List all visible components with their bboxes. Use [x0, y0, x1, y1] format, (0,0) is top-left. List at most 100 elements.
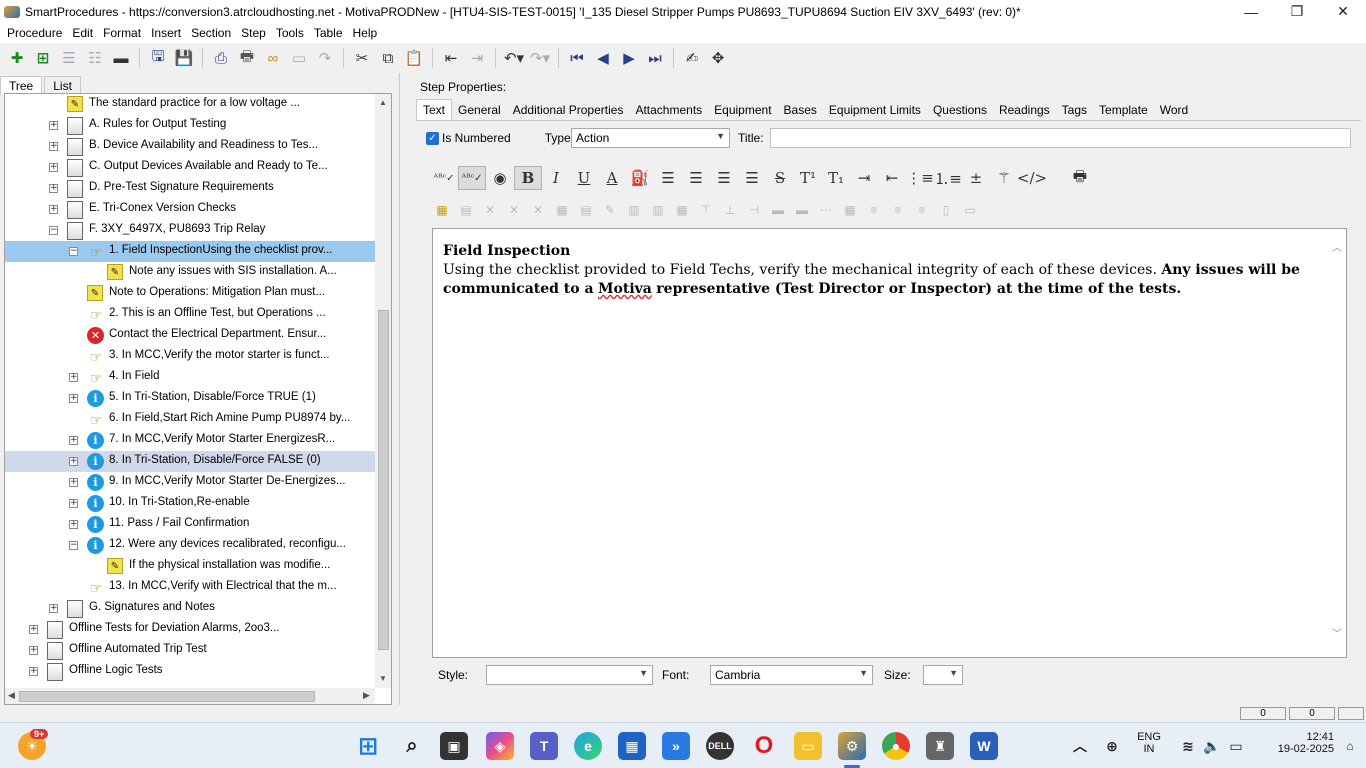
- tree-node[interactable]: + i 9. In MCC,Verify Motor Starter De-Ener…: [5, 472, 375, 493]
- tree-node[interactable]: − F. 3XY_6497X, PU8693 Trip Relay: [5, 220, 375, 241]
- column-width-icon[interactable]: ▯: [934, 199, 958, 221]
- add-icon[interactable]: ✚: [4, 46, 30, 70]
- expand-icon[interactable]: +: [69, 457, 78, 466]
- chevron-up-icon[interactable]: ︿: [1332, 239, 1344, 258]
- bold-button[interactable]: B: [514, 166, 542, 190]
- menu-format[interactable]: Format: [98, 26, 146, 40]
- menu-insert[interactable]: Insert: [146, 26, 186, 40]
- restore-button[interactable]: ❐: [1274, 0, 1320, 23]
- tree-node[interactable]: + i 8. In Tri-Station, Disable/Force FALSE…: [5, 451, 375, 472]
- list-alt-icon[interactable]: ☷: [82, 46, 108, 70]
- outdent-icon[interactable]: ⇤: [438, 46, 464, 70]
- tree-node[interactable]: + Offline Logic Tests: [5, 661, 375, 682]
- signature-icon[interactable]: ✍: [679, 46, 705, 70]
- menu-step[interactable]: Step: [236, 26, 271, 40]
- battery-icon[interactable]: ▭: [1222, 732, 1250, 760]
- align-left-icon[interactable]: ☰: [654, 166, 682, 190]
- tab-template[interactable]: Template: [1093, 100, 1154, 120]
- clock[interactable]: 12:41 19-02-2025: [1254, 731, 1334, 755]
- tree-vertical-scrollbar[interactable]: ▲ ▼: [375, 94, 391, 688]
- expand-icon[interactable]: +: [69, 520, 78, 529]
- tab-readings[interactable]: Readings: [993, 100, 1056, 120]
- next-icon[interactable]: ▶: [616, 46, 642, 70]
- tree-node[interactable]: + G. Signatures and Notes: [5, 598, 375, 619]
- numbered-list-icon[interactable]: ⒈≡: [934, 166, 962, 190]
- size-select[interactable]: ▼: [923, 665, 963, 685]
- subscript-button[interactable]: T₁: [822, 166, 850, 190]
- is-numbered-checkbox[interactable]: ✓: [426, 131, 439, 145]
- table-grid-icon[interactable]: ▦: [838, 199, 862, 221]
- expand-icon[interactable]: +: [49, 121, 58, 130]
- collapse-icon[interactable]: −: [69, 541, 78, 550]
- tree-node[interactable]: − ☞ 1. Field InspectionUsing the checklist…: [5, 241, 375, 262]
- expand-icon[interactable]: +: [49, 604, 58, 613]
- tab-attachments[interactable]: Attachments: [629, 100, 708, 120]
- store-icon[interactable]: ▦: [618, 732, 646, 760]
- menu-procedure[interactable]: Procedure: [2, 26, 67, 40]
- tab-equipment-limits[interactable]: Equipment Limits: [823, 100, 927, 120]
- link-icon[interactable]: ∞: [260, 46, 286, 70]
- tab-general[interactable]: General: [452, 100, 507, 120]
- align-top-icon[interactable]: ≡: [862, 199, 886, 221]
- italic-button[interactable]: I: [542, 166, 570, 190]
- indent-icon[interactable]: ⇥: [464, 46, 490, 70]
- save-icon[interactable]: 💾: [171, 46, 197, 70]
- teams-icon[interactable]: T: [530, 732, 558, 760]
- previous-icon[interactable]: ◀: [590, 46, 616, 70]
- tab-questions[interactable]: Questions: [927, 100, 993, 120]
- expand-icon[interactable]: +: [69, 499, 78, 508]
- frame-icon[interactable]: ▭: [286, 46, 312, 70]
- close-button[interactable]: ✕: [1320, 0, 1366, 23]
- undo-icon[interactable]: ↶▾: [501, 46, 527, 70]
- scroll-thumb[interactable]: [19, 691, 315, 702]
- tab-bases[interactable]: Bases: [778, 100, 823, 120]
- tab-tags[interactable]: Tags: [1056, 100, 1093, 120]
- tree-node[interactable]: ✎ Note to Operations: Mitigation Plan mus…: [5, 283, 375, 304]
- magic-wand-icon[interactable]: ⚚: [990, 166, 1018, 190]
- expand-icon[interactable]: +: [69, 478, 78, 487]
- delete-column-icon[interactable]: ✕: [526, 199, 550, 221]
- smartprocedures-icon[interactable]: ⚙: [838, 732, 866, 760]
- spellcheck-icon[interactable]: ᴬᴮᶜ✓: [430, 166, 458, 190]
- tree-node[interactable]: + Offline Automated Trip Test: [5, 640, 375, 661]
- remote-desktop-icon[interactable]: ♜: [926, 732, 954, 760]
- task-view-icon[interactable]: ▣: [440, 732, 468, 760]
- align-middle-icon[interactable]: ≡: [886, 199, 910, 221]
- insert-column-right-icon[interactable]: ▥: [646, 199, 670, 221]
- first-icon[interactable]: ⏮: [564, 46, 590, 70]
- expand-icon[interactable]: +: [29, 625, 38, 634]
- highlight-icon[interactable]: ⛽: [626, 166, 654, 190]
- panel-splitter[interactable]: [399, 73, 403, 705]
- tree-node[interactable]: ✕ Contact the Electrical Department. Ensu…: [5, 325, 375, 346]
- horizontal-line-icon[interactable]: ±: [962, 166, 990, 190]
- notifications-icon[interactable]: ⌂: [1336, 732, 1364, 760]
- row-height-icon[interactable]: ▭: [958, 199, 982, 221]
- insert-column-left-icon[interactable]: ▥: [622, 199, 646, 221]
- language-indicator[interactable]: ENG IN: [1134, 731, 1164, 755]
- type-select[interactable]: Action ▼: [571, 128, 730, 148]
- last-icon[interactable]: ⏭: [642, 46, 668, 70]
- search-icon[interactable]: ⌕: [398, 732, 426, 760]
- split-cell-icon[interactable]: ⊣: [742, 199, 766, 221]
- merge-row-icon[interactable]: ▬: [766, 199, 790, 221]
- tree-node[interactable]: + i 10. In Tri-Station,Re-enable: [5, 493, 375, 514]
- delete-table-icon[interactable]: ✕: [478, 199, 502, 221]
- chevron-down-icon[interactable]: ﹀: [1332, 625, 1342, 644]
- row-above-icon[interactable]: ⊤: [694, 199, 718, 221]
- tree-node[interactable]: ☞ 13. In MCC,Verify with Electrical that …: [5, 577, 375, 598]
- list-icon[interactable]: ☰: [56, 46, 82, 70]
- tab-text[interactable]: Text: [416, 99, 453, 120]
- expand-icon[interactable]: +: [29, 667, 38, 676]
- style-select[interactable]: ▼: [486, 665, 653, 685]
- tree-node[interactable]: ✎ If the physical installation was modifi…: [5, 556, 375, 577]
- power-automate-icon[interactable]: »: [662, 732, 690, 760]
- copilot-icon[interactable]: ◈: [486, 732, 514, 760]
- add-child-icon[interactable]: ⊞: [30, 46, 56, 70]
- move-icon[interactable]: ✥: [705, 46, 731, 70]
- print-icon[interactable]: 🖶: [234, 46, 260, 70]
- expand-icon[interactable]: +: [69, 436, 78, 445]
- print-preview-icon[interactable]: 🖶: [1066, 166, 1094, 190]
- hyperlink-globe-icon[interactable]: ◉: [486, 166, 514, 190]
- tree-node[interactable]: + C. Output Devices Available and Ready t…: [5, 157, 375, 178]
- editor-scrollbar[interactable]: ︿ ﹀: [1332, 239, 1344, 644]
